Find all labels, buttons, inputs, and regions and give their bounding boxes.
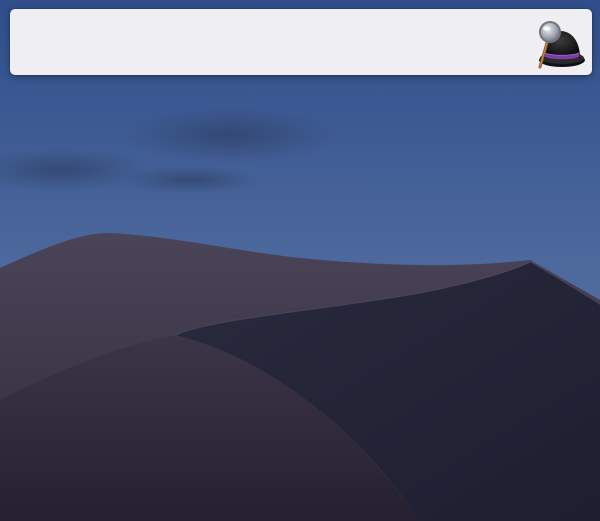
launcher-search-bar[interactable]: [10, 9, 592, 75]
search-input[interactable]: [24, 19, 514, 65]
desktop: [0, 0, 600, 521]
hat-with-magnifier-icon: [538, 21, 585, 69]
desktop-wallpaper: [0, 0, 600, 521]
